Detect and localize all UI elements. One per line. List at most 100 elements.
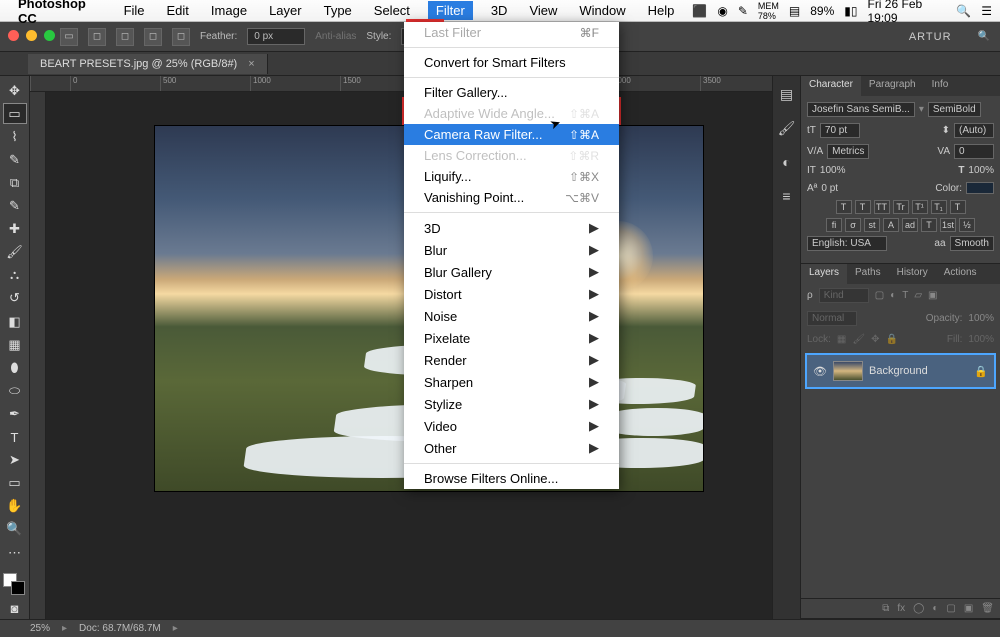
filter-adjust-icon[interactable]: ◐	[890, 290, 896, 301]
background-swatch[interactable]	[11, 581, 25, 595]
menu-image[interactable]: Image	[207, 1, 251, 20]
menu-file[interactable]: File	[120, 1, 149, 20]
submenu-blur[interactable]: Blur▶	[404, 239, 619, 261]
fractions-button[interactable]: ½	[959, 218, 975, 232]
lock-position-icon[interactable]: ✥	[871, 334, 879, 345]
gradient-tool[interactable]: ▦	[3, 334, 27, 355]
menu-camera-raw[interactable]: Camera Raw Filter...⇧⌘A	[404, 124, 619, 145]
doc-size[interactable]: Doc: 68.7M/68.7M	[79, 623, 161, 634]
titling-button[interactable]: T	[921, 218, 937, 232]
layer-filter-select[interactable]: Kind	[819, 288, 869, 303]
submenu-video[interactable]: Video▶	[404, 415, 619, 437]
quickmask-toggle[interactable]: ◙	[3, 598, 27, 619]
alternates-button[interactable]: σ	[845, 218, 861, 232]
tab-info[interactable]: Info	[924, 76, 957, 96]
opacity-value[interactable]: 100%	[968, 313, 994, 324]
smallcaps-button[interactable]: Tr	[893, 200, 909, 214]
layer-thumbnail[interactable]	[833, 361, 863, 381]
app-name[interactable]: Photoshop CC	[18, 0, 106, 26]
menu-select[interactable]: Select	[370, 1, 414, 20]
mask-icon[interactable]: ◯	[913, 603, 924, 614]
baseline-input[interactable]: 0 pt	[821, 183, 838, 194]
ruler-vertical[interactable]	[30, 92, 46, 619]
filter-shape-icon[interactable]: ▱	[914, 290, 922, 301]
quick-select-tool[interactable]: ✎	[3, 149, 27, 170]
aa-select[interactable]: Smooth	[950, 236, 994, 251]
menu-layer[interactable]: Layer	[265, 1, 306, 20]
marquee-tool-icon[interactable]: ▭	[60, 28, 78, 46]
eyedropper-tool[interactable]: ✎	[3, 196, 27, 217]
lock-all-icon[interactable]: 🔒	[885, 334, 897, 345]
hand-tool[interactable]: ✋	[3, 496, 27, 517]
layer-row[interactable]: 👁 Background 🔒	[805, 353, 996, 389]
menu-view[interactable]: View	[525, 1, 561, 20]
feather-input[interactable]: 0 px	[247, 28, 305, 45]
spotlight-icon[interactable]: 🔍	[956, 4, 971, 18]
stylistic-button[interactable]: ad	[902, 218, 918, 232]
ruler-horizontal[interactable]: 0 500 1000 1500 2000 2500 3000 3500	[30, 76, 772, 92]
adjustments-icon[interactable]: ◐	[777, 152, 797, 172]
blend-mode-select[interactable]: Normal	[807, 311, 857, 326]
lasso-tool[interactable]: ⌇	[3, 126, 27, 147]
tab-paragraph[interactable]: Paragraph	[861, 76, 924, 96]
dropbox-icon[interactable]: ⬛	[692, 4, 707, 18]
filter-smart-icon[interactable]: ▣	[928, 290, 937, 301]
zoom-level[interactable]: 25%	[30, 623, 50, 634]
submenu-pixelate[interactable]: Pixelate▶	[404, 327, 619, 349]
menu-filter[interactable]: Filter	[428, 1, 473, 20]
mem-icon[interactable]: MEM78%	[758, 1, 779, 21]
menu-edit[interactable]: Edit	[163, 1, 193, 20]
tab-layers[interactable]: Layers	[801, 264, 847, 284]
lock-icon[interactable]: 🔒	[974, 365, 988, 378]
menu-lens-correction[interactable]: Lens Correction...⇧⌘R	[404, 145, 619, 166]
submenu-other[interactable]: Other▶	[404, 437, 619, 459]
adjustment-layer-icon[interactable]: ◐	[932, 603, 938, 614]
workspace-name[interactable]: ARTUR	[909, 31, 952, 43]
menu-3d[interactable]: 3D	[487, 1, 512, 20]
tab-actions[interactable]: Actions	[936, 264, 985, 284]
pen-tool[interactable]: ✒	[3, 403, 27, 424]
evernote-icon[interactable]: ✎	[738, 4, 748, 18]
marquee-tool[interactable]: ▭	[3, 103, 27, 124]
new-layer-icon[interactable]: ▣	[964, 603, 973, 614]
menu-filter-gallery[interactable]: Filter Gallery...	[404, 82, 619, 103]
swash-button[interactable]: A	[883, 218, 899, 232]
eraser-tool[interactable]: ◧	[3, 311, 27, 332]
menu-window[interactable]: Window	[575, 1, 629, 20]
tracking-input[interactable]: 0	[954, 144, 994, 159]
ligatures-button[interactable]: fi	[826, 218, 842, 232]
dodge-tool[interactable]: ⬭	[3, 380, 27, 401]
brushes-icon[interactable]: 🖌	[777, 118, 797, 138]
shape-tool[interactable]: ▭	[3, 473, 27, 494]
leading-input[interactable]: (Auto)	[954, 123, 994, 138]
brush-tool[interactable]: 🖌	[3, 242, 27, 263]
menu-vanishing-point[interactable]: Vanishing Point...⌥⌘V	[404, 187, 619, 208]
hscale-input[interactable]: 100%	[968, 165, 994, 176]
menu-extras-icon[interactable]: ▤	[789, 4, 800, 18]
bold-button[interactable]: T	[836, 200, 852, 214]
fill-value[interactable]: 100%	[968, 334, 994, 345]
color-swatches[interactable]	[3, 573, 27, 596]
discretionary-button[interactable]: st	[864, 218, 880, 232]
lock-pixels-icon[interactable]: 🖌	[852, 334, 865, 345]
fx-icon[interactable]: fx	[897, 603, 905, 614]
filter-pixel-icon[interactable]: ▢	[875, 290, 884, 301]
anti-alias-checkbox[interactable]: Anti-alias	[315, 31, 356, 42]
menu-liquify[interactable]: Liquify...⇧⌘X	[404, 166, 619, 187]
visibility-icon[interactable]: 👁	[813, 365, 827, 378]
font-family-select[interactable]: Josefin Sans SemiB...	[807, 102, 915, 117]
allcaps-button[interactable]: TT	[874, 200, 890, 214]
group-icon[interactable]: ▢	[946, 603, 955, 614]
tab-history[interactable]: History	[889, 264, 936, 284]
subtract-selection-icon[interactable]: ◻	[144, 28, 162, 46]
minimize-window-button[interactable]	[26, 30, 37, 41]
submenu-distort[interactable]: Distort▶	[404, 283, 619, 305]
layers-icon[interactable]: ≡	[777, 186, 797, 206]
tab-paths[interactable]: Paths	[847, 264, 889, 284]
close-tab-icon[interactable]: ×	[248, 58, 254, 70]
submenu-blur-gallery[interactable]: Blur Gallery▶	[404, 261, 619, 283]
healing-tool[interactable]: ✚	[3, 219, 27, 240]
submenu-render[interactable]: Render▶	[404, 349, 619, 371]
menu-browse-filters[interactable]: Browse Filters Online...	[404, 468, 619, 489]
font-style-select[interactable]: SemiBold	[928, 102, 981, 117]
